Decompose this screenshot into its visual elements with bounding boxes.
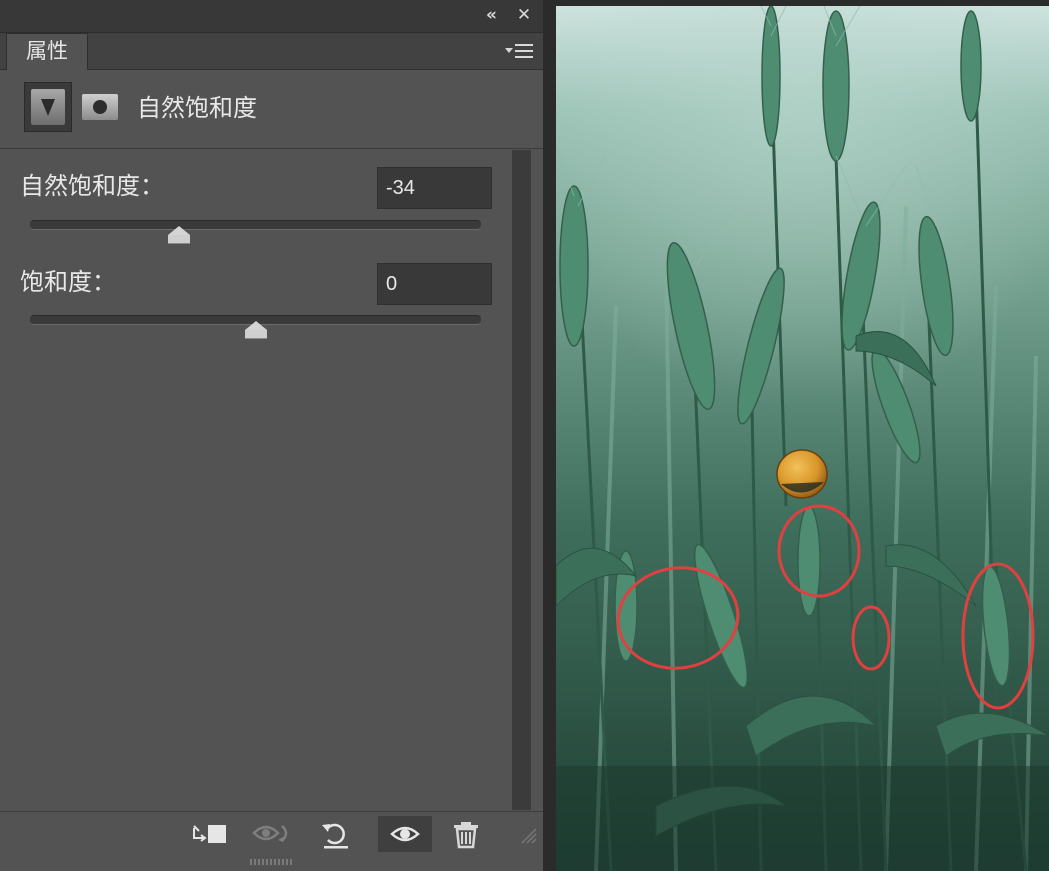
panel-footer (0, 811, 543, 856)
vibrance-label: 自然饱和度： (20, 172, 164, 200)
properties-panel: « ✕ 属性 自然饱和度 自然饱和度： -34 饱和度： 0 (0, 0, 543, 871)
vibrance-slider-track[interactable] (30, 220, 481, 230)
double-chevron-left-icon[interactable]: « (478, 3, 502, 27)
vibrance-adjustment-icon[interactable] (24, 82, 72, 132)
ladybug (776, 449, 828, 499)
trash-icon[interactable] (446, 816, 490, 852)
adjustment-header: 自然饱和度 (0, 70, 543, 149)
saturation-label: 饱和度： (20, 268, 116, 296)
image-preview (556, 6, 1049, 871)
panel-resize-grip[interactable] (250, 859, 292, 865)
eye-icon[interactable] (378, 816, 432, 852)
adjustment-title: 自然饱和度 (137, 94, 257, 122)
close-icon[interactable]: ✕ (512, 3, 536, 27)
reset-icon[interactable] (314, 816, 358, 852)
panel-title-bar: « ✕ (0, 0, 543, 33)
vibrance-slider-thumb[interactable] (167, 226, 190, 244)
scrollbar[interactable] (512, 150, 531, 810)
vibrance-input[interactable]: -34 (377, 167, 492, 209)
panel-menu-icon[interactable] (502, 39, 536, 63)
layer-mask-icon[interactable] (82, 94, 118, 120)
view-previous-state-icon[interactable] (250, 816, 294, 852)
corner-resize-grip[interactable] (518, 825, 538, 845)
saturation-input[interactable]: 0 (377, 263, 492, 305)
panel-tab-row: 属性 (0, 33, 543, 70)
tab-properties[interactable]: 属性 (6, 33, 88, 70)
saturation-slider-thumb[interactable] (244, 321, 267, 339)
clip-to-layer-icon[interactable] (188, 816, 232, 852)
wheat-field-photo (556, 6, 1049, 871)
